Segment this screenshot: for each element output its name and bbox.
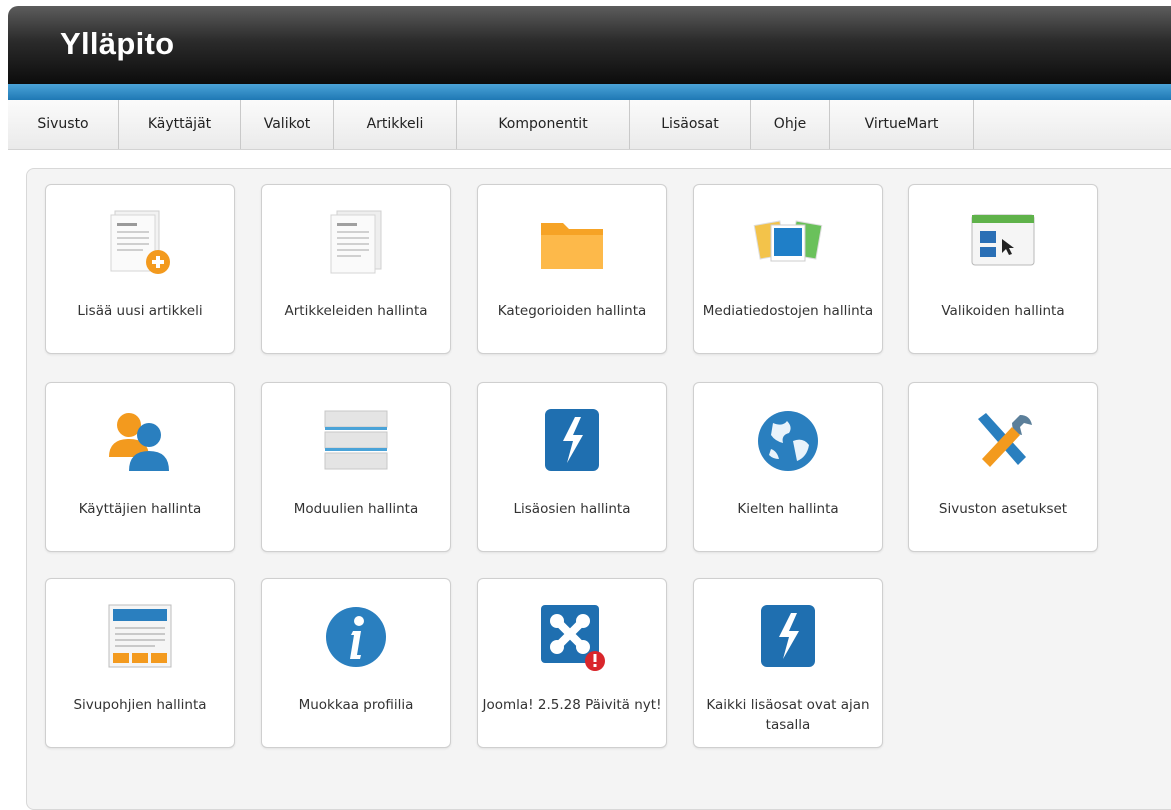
tile-label: Moduulien hallinta	[293, 501, 419, 517]
menu-artikkeli[interactable]: Artikkeli	[334, 100, 457, 149]
tile-label: Joomla! 2.5.28 Päivitä nyt!	[482, 697, 662, 713]
header-accent-bar	[8, 84, 1171, 100]
template-icon	[105, 601, 175, 671]
main-menu-bar: Sivusto Käyttäjät Valikot Artikkeli Komp…	[8, 100, 1171, 150]
add-article-icon	[105, 207, 175, 277]
article-icon	[321, 207, 391, 277]
tile-global-configuration[interactable]: Sivuston asetukset	[908, 382, 1098, 552]
joomla-update-icon	[537, 601, 607, 671]
tile-extension-manager[interactable]: Lisäosien hallinta	[477, 382, 667, 552]
page-title: Ylläpito	[60, 26, 175, 61]
tile-label: Sivupohjien hallinta	[73, 697, 207, 713]
tile-label: Kielten hallinta	[737, 501, 839, 517]
tile-menu-manager[interactable]: Valikoiden hallinta	[908, 184, 1098, 354]
admin-header: Ylläpito	[8, 6, 1171, 84]
tile-template-manager[interactable]: Sivupohjien hallinta	[45, 578, 235, 748]
tile-label: Käyttäjien hallinta	[78, 501, 202, 517]
menu-kayttajat[interactable]: Käyttäjät	[119, 100, 241, 149]
tile-extensions-uptodate[interactable]: Kaikki lisäosat ovat ajan tasalla	[693, 578, 883, 748]
tools-icon	[968, 405, 1038, 475]
media-icon	[753, 207, 823, 277]
folder-icon	[537, 207, 607, 277]
menu-ohje[interactable]: Ohje	[751, 100, 830, 149]
tile-label: Lisää uusi artikkeli	[77, 303, 203, 319]
tile-label: Sivuston asetukset	[938, 501, 1068, 517]
tile-label: Lisäosien hallinta	[513, 501, 631, 517]
tile-label: Kategorioiden hallinta	[497, 303, 647, 319]
tile-label: Artikkeleiden hallinta	[284, 303, 428, 319]
tile-label: Kaikki lisäosat ovat ajan tasalla	[706, 697, 870, 733]
users-icon	[105, 405, 175, 475]
menu-virtuemart[interactable]: VirtueMart	[830, 100, 974, 149]
extensions-icon	[537, 405, 607, 475]
menu-valikot[interactable]: Valikot	[241, 100, 334, 149]
menu-manager-icon	[968, 207, 1038, 277]
tile-article-manager[interactable]: Artikkeleiden hallinta	[261, 184, 451, 354]
tile-media-manager[interactable]: Mediatiedostojen hallinta	[693, 184, 883, 354]
tile-label: Mediatiedostojen hallinta	[702, 303, 874, 319]
tile-module-manager[interactable]: Moduulien hallinta	[261, 382, 451, 552]
tile-edit-profile[interactable]: Muokkaa profiilia	[261, 578, 451, 748]
globe-icon	[753, 405, 823, 475]
info-icon	[321, 601, 391, 671]
tile-label: Valikoiden hallinta	[941, 303, 1065, 319]
tile-user-manager[interactable]: Käyttäjien hallinta	[45, 382, 235, 552]
tile-category-manager[interactable]: Kategorioiden hallinta	[477, 184, 667, 354]
modules-icon	[321, 405, 391, 475]
tile-add-article[interactable]: Lisää uusi artikkeli	[45, 184, 235, 354]
extensions-uptodate-icon	[753, 601, 823, 671]
menu-lisaosat[interactable]: Lisäosat	[630, 100, 751, 149]
menu-sivusto[interactable]: Sivusto	[8, 100, 119, 149]
tile-label: Muokkaa profiilia	[298, 697, 414, 713]
menu-komponentit[interactable]: Komponentit	[457, 100, 630, 149]
tile-joomla-update[interactable]: Joomla! 2.5.28 Päivitä nyt!	[477, 578, 667, 748]
tile-language-manager[interactable]: Kielten hallinta	[693, 382, 883, 552]
